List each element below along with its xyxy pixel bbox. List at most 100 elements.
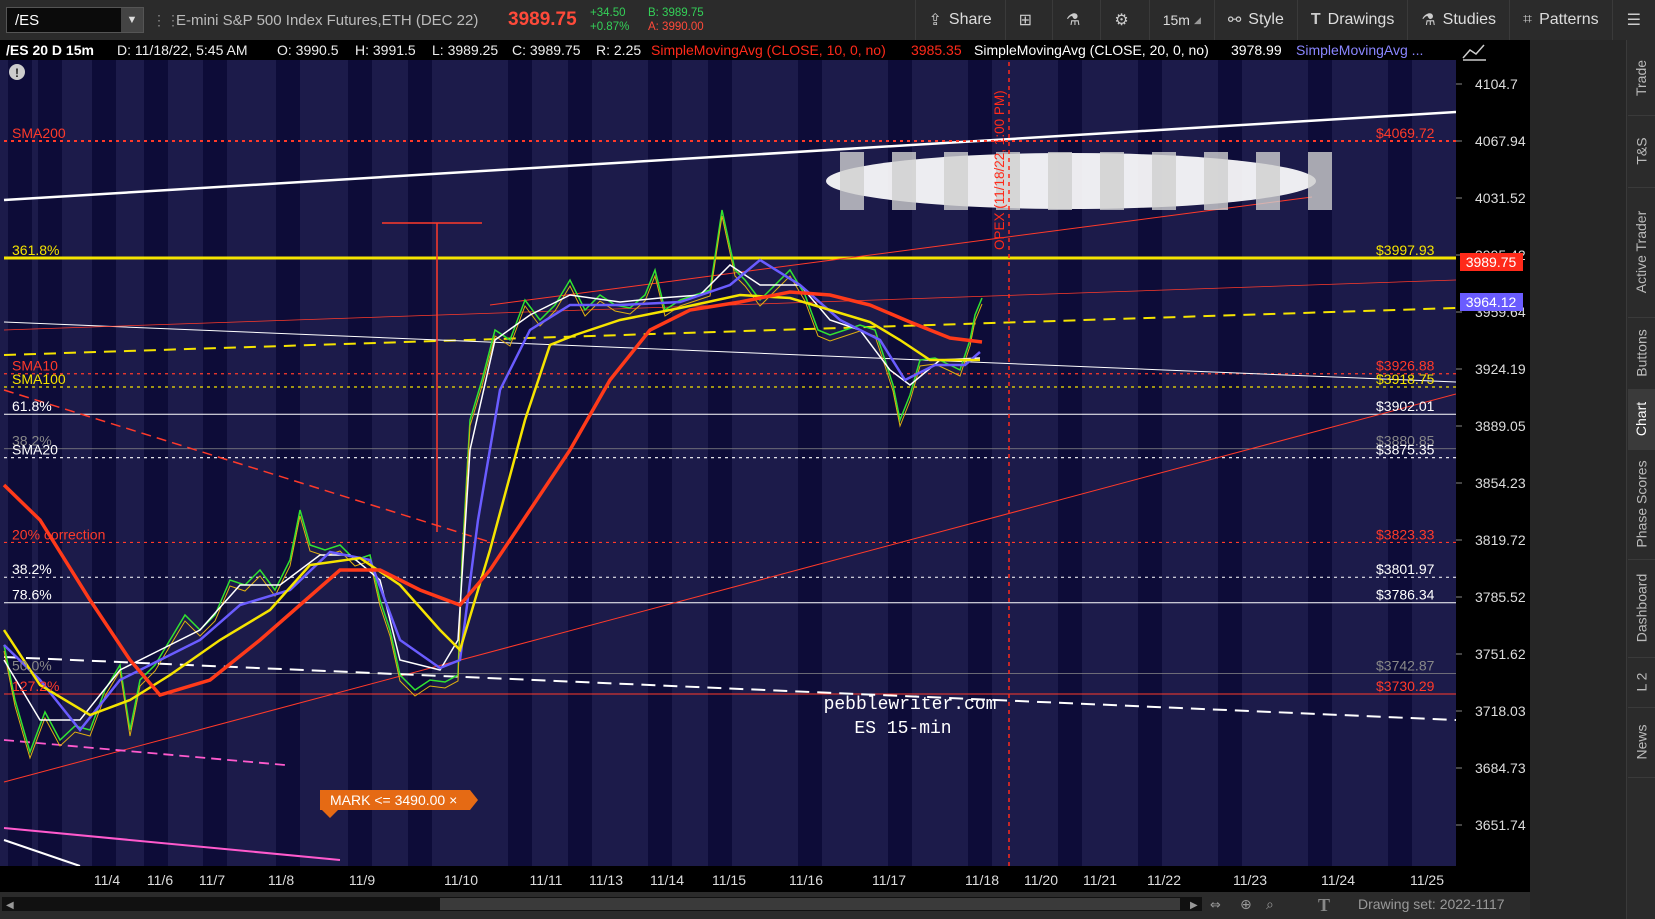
symbol-selector[interactable]: /ES ▼	[6, 7, 144, 33]
symbol-text: /ES	[15, 11, 40, 29]
sma10-label: SimpleMovingAvg (CLOSE, 10, 0, no)	[651, 42, 886, 58]
toolbar-buttons: ⇪ Share ⊞ ⚗ ⚙ 15m ◢ ⚯ Style T Drawings ⚗ Stud…	[914, 0, 1655, 40]
price-tick-label: 3684.73	[1475, 760, 1526, 776]
scroll-right-icon[interactable]: ▶	[1190, 900, 1198, 911]
time-tick-label: 11/6	[147, 872, 173, 888]
symbol-description: E-mini S&P 500 Index Futures,ETH (DEC 22…	[176, 11, 479, 29]
time-axis-bg	[0, 866, 1530, 892]
target-ellipse-stripe	[944, 152, 968, 210]
level-price-label: $3823.33	[1376, 526, 1435, 542]
level-name-label: 38.2%	[12, 561, 52, 577]
settings-button[interactable]: ⚙	[1100, 0, 1148, 40]
chart-title: /ES 20 D 15m	[6, 42, 94, 58]
ohlc-close: C: 3989.75	[512, 42, 581, 58]
patterns-button[interactable]: ⌗ Patterns	[1509, 0, 1612, 40]
level-price-label: $3730.29	[1376, 678, 1435, 694]
expand-icon[interactable]: ⇔	[1210, 898, 1221, 913]
crosshair-icon[interactable]: ⊕	[1240, 897, 1252, 913]
ohlc-high: H: 3991.5	[355, 42, 416, 58]
target-ellipse-stripe	[1204, 152, 1228, 210]
sidebar-tab-active-trader[interactable]: Active Trader	[1628, 187, 1655, 318]
sidebar-tab-label: L 2	[1633, 672, 1650, 692]
time-tick-label: 11/18	[965, 872, 999, 888]
drawing-tool-icon[interactable]: T	[1318, 895, 1330, 915]
chevron-down-icon[interactable]: ▼	[121, 8, 143, 32]
flexgrid-button[interactable]: ⊞	[1004, 0, 1052, 40]
chart-footer: ◀ ▶ ⇔ ⊕ ⌕ T Drawing set: 2022-1117	[0, 892, 1530, 919]
flexgrid-icon: ⊞	[1018, 12, 1033, 29]
sma-price-tag-text: 3964.12	[1466, 294, 1517, 310]
time-tick-label: 11/15	[712, 872, 746, 888]
flask-button[interactable]: ⚗	[1052, 0, 1100, 40]
sidebar-tab-chart[interactable]: Chart	[1628, 389, 1655, 450]
sidebar-tab-label: Buttons	[1633, 329, 1650, 377]
level-name-label: SMA200	[12, 125, 66, 141]
time-tick-label: 11/25	[1410, 872, 1444, 888]
ohlc-range: R: 2.25	[596, 42, 641, 58]
mark-order-badge[interactable]: MARK <= 3490.00 ×	[320, 790, 478, 818]
sidebar-tab-phase-scores[interactable]: Phase Scores	[1628, 449, 1655, 560]
sidebar-tab-trade[interactable]: Trade	[1628, 40, 1655, 116]
target-ellipse-stripe	[892, 152, 916, 210]
target-ellipse-stripe	[1256, 152, 1280, 210]
timeframe-button[interactable]: 15m ◢	[1148, 0, 1214, 40]
target-ellipse-stripe	[1308, 152, 1332, 210]
sidebar-tab-label: Trade	[1633, 59, 1650, 96]
ohlc-date: D: 11/18/22, 5:45 AM	[117, 42, 248, 58]
session-band	[276, 60, 300, 866]
patterns-icon: ⌗	[1523, 11, 1533, 28]
last-price-tag-text: 3989.75	[1466, 254, 1517, 270]
style-icon: ⚯	[1227, 12, 1242, 29]
sidebar-tab-label: Chart	[1633, 401, 1650, 437]
time-tick-label: 11/10	[444, 872, 478, 888]
level-price-label: $3786.34	[1376, 587, 1435, 603]
last-price: 3989.75	[508, 9, 577, 30]
net-change: +34.50 +0.87%	[590, 6, 648, 34]
price-chart[interactable]: /ES 20 D 15m D: 11/18/22, 5:45 AM O: 399…	[0, 40, 1530, 892]
price-tick-label: 3785.52	[1475, 589, 1526, 605]
chart-canvas[interactable]: /ES 20 D 15m D: 11/18/22, 5:45 AM O: 399…	[0, 40, 1530, 892]
drawings-icon: T	[1310, 11, 1321, 28]
top-toolbar: /ES ▼ ⋮⋮ E-mini S&P 500 Index Futures,ET…	[0, 0, 1655, 41]
zoom-icon[interactable]: ⌕	[1266, 897, 1274, 913]
session-band	[408, 60, 432, 866]
sidebar-tab-buttons[interactable]: Buttons	[1628, 317, 1655, 390]
grip-handle-icon[interactable]: ⋮⋮	[152, 12, 180, 29]
sidebar-tab-t-s[interactable]: T&S	[1628, 115, 1655, 188]
session-band	[92, 60, 116, 866]
session-band	[348, 60, 372, 866]
share-button[interactable]: ⇪ Share	[914, 0, 1005, 40]
scrollbar-thumb[interactable]	[440, 898, 1180, 910]
sidebar-tab-label: Phase Scores	[1633, 460, 1650, 548]
sidebar-tab-l-2[interactable]: L 2	[1628, 657, 1655, 708]
flask-icon: ⚗	[1066, 12, 1081, 29]
level-name-label: SMA20	[12, 442, 58, 458]
sidebar-tab-news[interactable]: News	[1628, 707, 1655, 778]
level-name-label: 127.2%	[12, 678, 59, 694]
session-band	[144, 60, 168, 866]
scroll-left-icon[interactable]: ◀	[6, 900, 14, 911]
time-tick-label: 11/17	[872, 872, 906, 888]
share-icon: ⇪	[928, 12, 942, 29]
studies-button[interactable]: ⚗ Studies	[1407, 0, 1509, 40]
sidebar-tab-dashboard[interactable]: Dashboard	[1628, 559, 1655, 658]
mark-order-label: MARK <= 3490.00 ×	[330, 792, 457, 808]
gear-icon: ⚙	[1114, 12, 1129, 29]
target-ellipse-stripe	[1048, 152, 1072, 210]
menu-button[interactable]: ☰	[1611, 0, 1655, 40]
sma3-label: SimpleMovingAvg ...	[1296, 42, 1423, 58]
sidebar-tab-label: Dashboard	[1633, 573, 1650, 643]
ohlc-low: L: 3989.25	[432, 42, 498, 58]
sidebar-tab-label: News	[1633, 724, 1650, 760]
price-tick-label: 3924.19	[1475, 361, 1526, 377]
price-tick-label: 3819.72	[1475, 532, 1526, 548]
ask-value: A: 3990.00	[648, 21, 704, 33]
price-tick-label: 3751.62	[1475, 646, 1526, 662]
session-band	[508, 60, 532, 866]
target-ellipse-stripe	[1152, 152, 1176, 210]
level-name-label: 361.8%	[12, 242, 59, 258]
session-band	[708, 60, 732, 866]
style-button[interactable]: ⚯ Style	[1213, 0, 1297, 40]
drawings-button[interactable]: T Drawings	[1296, 0, 1407, 40]
time-tick-label: 11/22	[1147, 872, 1181, 888]
